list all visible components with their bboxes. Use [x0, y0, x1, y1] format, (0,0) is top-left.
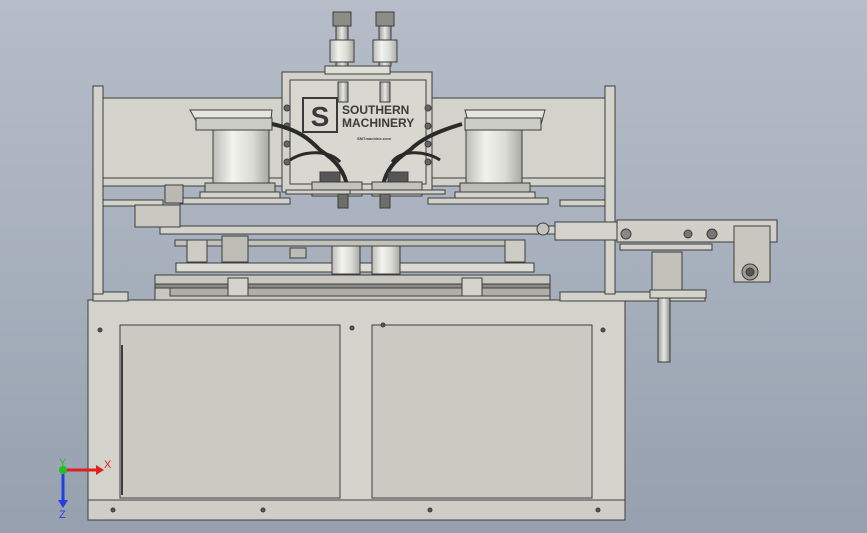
logo-monogram: S — [311, 101, 330, 132]
z-axis-label: Z — [59, 509, 66, 521]
cabinet-door-right — [371, 324, 593, 499]
machine-model[interactable]: S SOUTHERN MACHINERY SMTmachine.com X Y … — [0, 0, 867, 533]
logo-line1: SOUTHERN — [342, 103, 409, 117]
cabinet-door-left — [119, 324, 341, 499]
cad-viewport[interactable]: S SOUTHERN MACHINERY SMTmachine.com X Y … — [0, 0, 867, 533]
machine-cabinet — [87, 299, 626, 521]
z-arrowhead-icon — [58, 500, 68, 508]
y-axis-label: Y — [59, 457, 67, 469]
x-axis-label: X — [104, 459, 112, 471]
logo-tagline: SMTmachine.com — [357, 136, 391, 141]
logo-line2: MACHINERY — [342, 116, 414, 130]
